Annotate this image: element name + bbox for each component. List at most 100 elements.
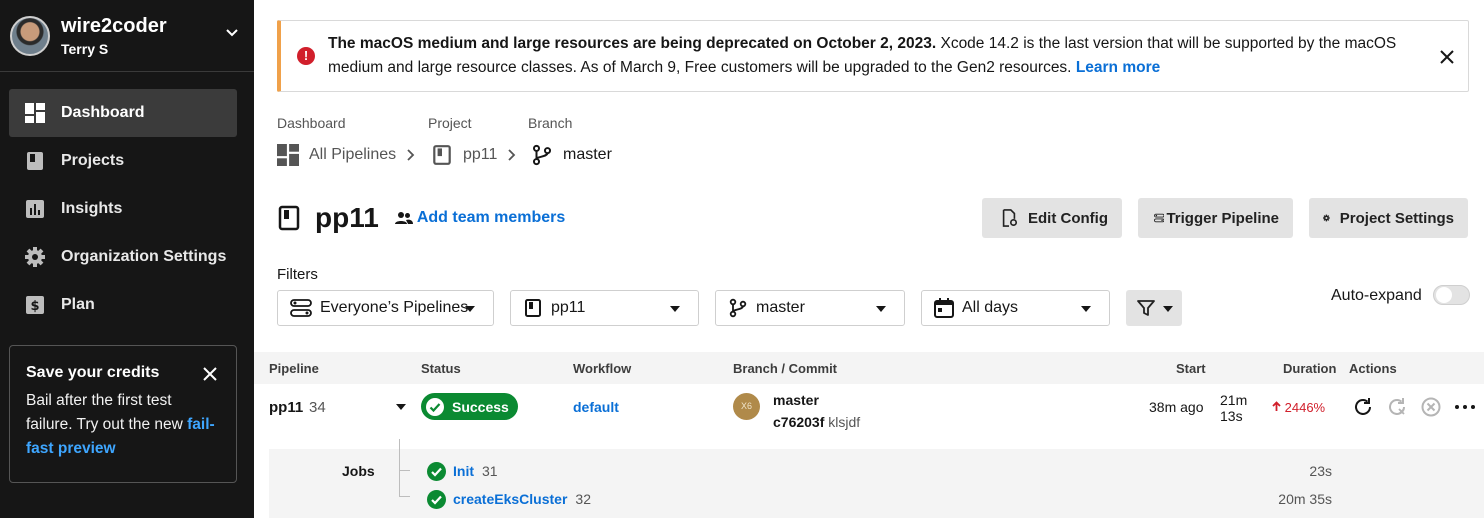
- sidebar-item-dashboard[interactable]: Dashboard: [9, 89, 237, 137]
- start-time: 38m ago: [1149, 399, 1204, 415]
- job-duration: 23s: [1309, 463, 1332, 479]
- chevron-right-icon: [407, 149, 415, 161]
- pipeline-icon: [290, 299, 312, 317]
- gear-icon: [25, 247, 45, 267]
- promo-body: Bail after the first test failure. Try o…: [26, 392, 183, 433]
- pipeline-name-link[interactable]: pp11: [269, 399, 303, 416]
- learn-more-link[interactable]: Learn more: [1076, 59, 1160, 76]
- duration-change: 2446%: [1272, 400, 1325, 415]
- commit-info: c76203f klsjdf: [773, 414, 860, 430]
- project-filter-value: pp11: [551, 299, 586, 316]
- table-row: pp11 34 Success default X6 master c76203…: [254, 384, 1484, 449]
- arrow-up-icon: [1272, 401, 1281, 411]
- insights-icon: [26, 200, 44, 218]
- check-icon: [427, 489, 446, 509]
- promo-title: Save your credits: [26, 364, 160, 381]
- sidebar-item-organization-settings[interactable]: Organization Settings: [9, 233, 237, 281]
- check-icon: [426, 397, 444, 416]
- advanced-filter-button[interactable]: [1126, 290, 1182, 326]
- status-badge[interactable]: Success: [421, 393, 518, 420]
- deprecation-banner: ! The macOS medium and large resources a…: [277, 20, 1469, 92]
- sidebar-item-label: Insights: [61, 200, 123, 217]
- promo-card: Save your credits Bail after the first t…: [9, 345, 237, 483]
- project-icon: [525, 299, 541, 317]
- caret-down-icon: [670, 306, 680, 312]
- org-switcher[interactable]: wire2coder Terry S: [0, 0, 254, 72]
- crumb-project[interactable]: pp11: [431, 143, 497, 167]
- pipeline-number: 34: [309, 399, 326, 416]
- branch-filter-select[interactable]: master: [715, 290, 905, 326]
- avatar: X6: [733, 393, 760, 420]
- edit-config-button[interactable]: Edit Config: [982, 198, 1122, 238]
- chevron-down-icon[interactable]: [226, 26, 238, 38]
- crumb-branch-label: master: [563, 146, 612, 163]
- job-link[interactable]: createEksCluster: [453, 491, 567, 507]
- filter-icon: [1137, 300, 1155, 316]
- org-name: wire2coder: [61, 14, 167, 37]
- project-icon: [27, 152, 43, 170]
- caret-down-icon: [1081, 306, 1091, 312]
- auto-expand-toggle[interactable]: [1433, 285, 1470, 305]
- project-icon: [278, 205, 300, 231]
- dollar-icon: $: [26, 296, 44, 314]
- branch-icon: [532, 144, 552, 166]
- sidebar-item-label: Dashboard: [61, 104, 145, 121]
- add-team-members-label: Add team members: [416, 209, 566, 226]
- days-filter-select[interactable]: All days: [921, 290, 1110, 326]
- people-icon: [394, 212, 413, 224]
- check-icon: [427, 461, 446, 481]
- close-icon[interactable]: [202, 366, 218, 382]
- days-filter-value: All days: [962, 299, 1019, 316]
- avatar: [10, 15, 50, 56]
- job-duration: 20m 35s: [1278, 491, 1332, 507]
- edit-config-label: Edit Config: [1028, 209, 1108, 227]
- column-status: Status: [421, 361, 461, 376]
- sidebar-item-label: Plan: [61, 296, 95, 313]
- job-link[interactable]: Init: [453, 463, 474, 479]
- expand-row-caret-icon[interactable]: [396, 404, 406, 410]
- more-icon[interactable]: [1454, 396, 1476, 418]
- column-workflow: Workflow: [573, 361, 632, 376]
- sidebar-item-label: Organization Settings: [61, 248, 227, 265]
- svg-text:$: $: [30, 299, 39, 314]
- rerun-failed-icon[interactable]: [1386, 396, 1408, 418]
- job-number: 32: [575, 491, 591, 507]
- project-filter-select[interactable]: pp11: [510, 290, 699, 326]
- cancel-icon[interactable]: [1420, 396, 1442, 418]
- sidebar-item-insights[interactable]: Insights: [9, 185, 237, 233]
- row-actions: [1352, 396, 1484, 418]
- banner-headline: The macOS medium and large resources are…: [328, 35, 937, 52]
- chevron-right-icon: [508, 149, 516, 161]
- status-label: Success: [452, 398, 509, 415]
- alert-icon: !: [297, 47, 315, 65]
- pipelines-filter-select[interactable]: Everyone’s Pipelines: [277, 290, 494, 326]
- jobs-tree-lines: [399, 439, 411, 497]
- project-settings-label: Project Settings: [1339, 209, 1454, 227]
- duration-minutes: 21m: [1220, 392, 1248, 408]
- duration-change-value: 2446%: [1284, 400, 1326, 415]
- project-settings-button[interactable]: Project Settings: [1309, 198, 1468, 238]
- table-header: Pipeline Status Workflow Branch / Commit…: [254, 352, 1484, 384]
- list-item: createEksCluster 32: [427, 489, 591, 509]
- filters-label: Filters: [277, 266, 318, 283]
- trigger-pipeline-button[interactable]: Trigger Pipeline: [1138, 198, 1293, 238]
- jobs-label: Jobs: [342, 463, 375, 479]
- sidebar-item-plan[interactable]: $ Plan: [9, 281, 237, 329]
- column-start: Start: [1176, 361, 1206, 376]
- auto-expand-label: Auto-expand: [1331, 287, 1422, 304]
- rerun-icon[interactable]: [1352, 396, 1374, 418]
- commit-message: klsjdf: [828, 414, 861, 430]
- column-pipeline: Pipeline: [269, 361, 319, 376]
- pipelines-filter-value: Everyone’s Pipelines: [320, 299, 469, 316]
- crumb-all-pipelines[interactable]: All Pipelines: [277, 143, 396, 167]
- crumb-branch[interactable]: master: [531, 143, 612, 167]
- branch-name: master: [773, 392, 819, 408]
- job-number: 31: [482, 463, 498, 479]
- commit-hash-link[interactable]: c76203f: [773, 414, 824, 430]
- add-team-members-link[interactable]: Add team members: [394, 209, 566, 227]
- close-icon[interactable]: [1440, 50, 1454, 64]
- sidebar-item-projects[interactable]: Projects: [9, 137, 237, 185]
- caret-down-icon: [876, 306, 886, 312]
- trigger-pipeline-label: Trigger Pipeline: [1166, 209, 1279, 227]
- workflow-link[interactable]: default: [573, 399, 619, 415]
